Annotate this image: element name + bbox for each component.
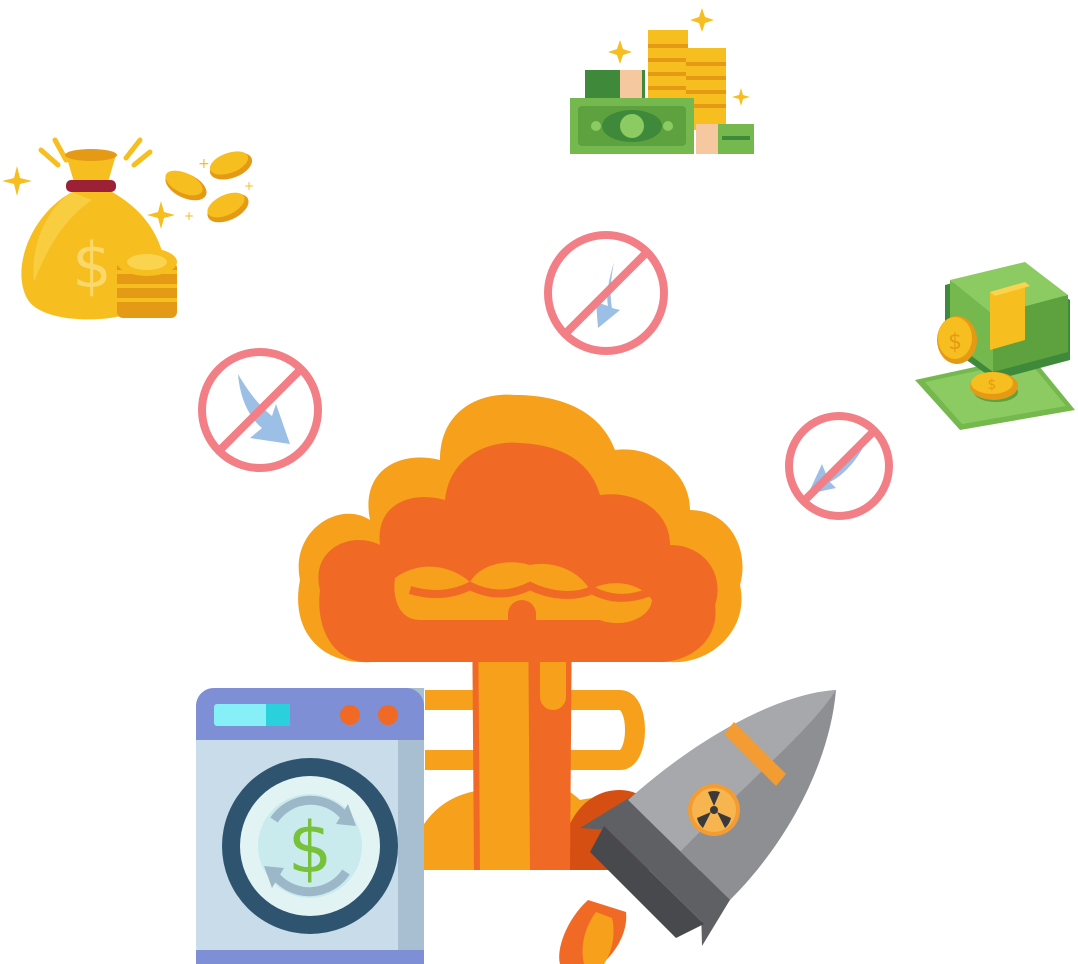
- money-bag-icon: $ + + +: [2, 137, 254, 320]
- banknotes-icon: $ $: [915, 262, 1075, 430]
- prohibited-flow-icon: [544, 231, 668, 355]
- nuclear-missile-icon: [559, 690, 836, 964]
- illustration-canvas: $ + + + $ $ $: [2, 8, 1075, 964]
- machine-dollar-sign: $: [288, 807, 333, 889]
- cash-stack-icon: [570, 8, 754, 154]
- prohibited-flow-icon: [198, 348, 322, 472]
- dollar-sign: $: [72, 229, 111, 302]
- svg-text:+: +: [244, 179, 254, 193]
- svg-text:+: +: [198, 156, 210, 172]
- coin-dollar-sign: $: [988, 377, 997, 393]
- prohibited-flow-icon: [785, 412, 893, 520]
- washing-machine-icon: $: [196, 688, 424, 964]
- svg-text:+: +: [184, 209, 194, 223]
- coin-dollar-sign: $: [948, 330, 962, 355]
- money-laundering-illustration: $ + + + $ $ $: [0, 0, 1078, 964]
